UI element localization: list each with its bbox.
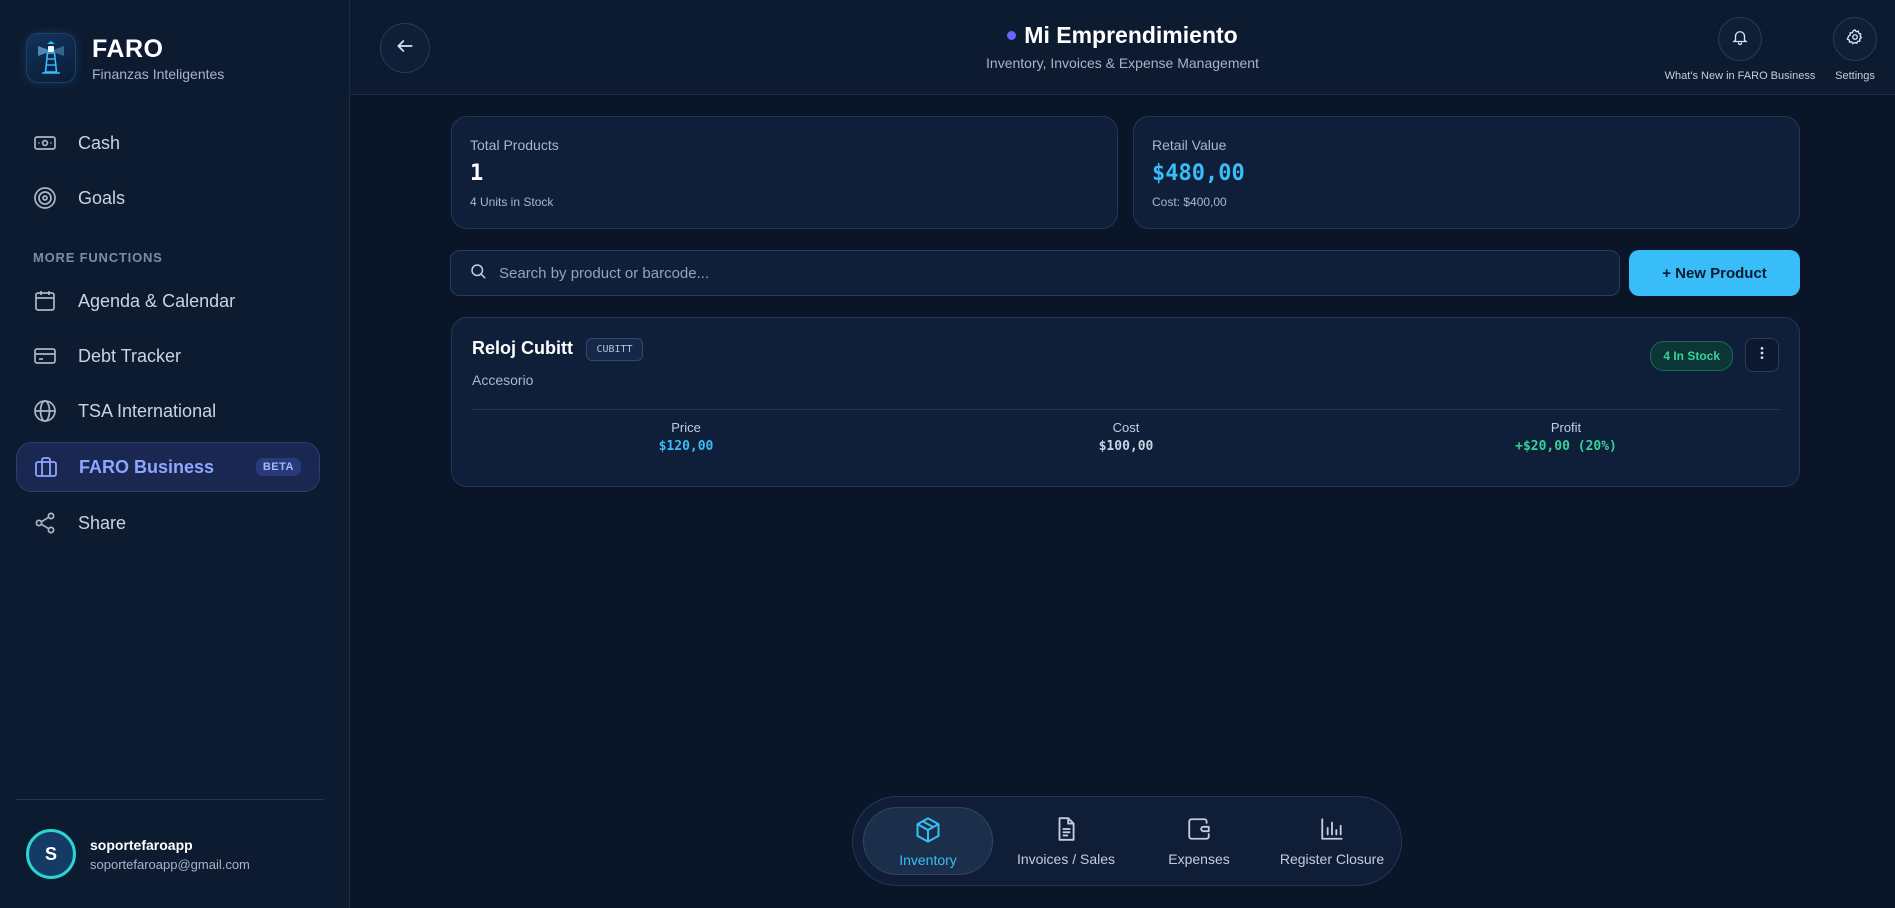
profit-value: +$20,00 (20%): [1515, 439, 1617, 454]
sidebar-item-faro-business[interactable]: FARO Business BETA: [16, 442, 320, 492]
sidebar-item-tsa-international[interactable]: TSA International: [16, 386, 320, 436]
lighthouse-logo-icon: [26, 33, 76, 83]
vertical-dots-icon: [1754, 345, 1770, 366]
sku-badge: CUBITT: [586, 338, 643, 361]
share-icon: [32, 510, 58, 536]
search-icon: [469, 262, 487, 285]
retail-cost: Cost: $400,00: [1152, 195, 1227, 209]
tab-register-closure[interactable]: Register Closure: [1267, 807, 1397, 875]
units-in-stock: 4 Units in Stock: [470, 195, 554, 209]
brand-name: FARO: [92, 34, 164, 63]
user-profile[interactable]: S soportefaroapp soportefaroapp@gmail.co…: [26, 829, 250, 879]
cost-metric: Cost $100,00: [1026, 420, 1226, 454]
main-content: Mi Emprendimiento Inventory, Invoices & …: [350, 0, 1895, 908]
more-options-button[interactable]: [1745, 338, 1779, 372]
total-products-card: Total Products 1 4 Units in Stock: [451, 116, 1118, 229]
sidebar-item-debt-tracker[interactable]: Debt Tracker: [16, 331, 320, 381]
whats-new-label: What's New in FARO Business: [1664, 70, 1816, 82]
section-label-more-functions: MORE FUNCTIONS: [33, 250, 163, 265]
user-email: soportefaroapp@gmail.com: [90, 856, 250, 872]
status-dot: [1007, 31, 1017, 40]
cost-label: Cost: [1112, 420, 1140, 435]
retail-value-amount: $480,00: [1152, 161, 1245, 186]
sidebar-item-agenda[interactable]: Agenda & Calendar: [16, 276, 320, 326]
sidebar-item-label: Goals: [78, 187, 126, 208]
search-input[interactable]: [499, 264, 1599, 282]
brand[interactable]: FARO Finanzas Inteligentes: [26, 33, 224, 83]
bottom-nav: Inventory Invoices / Sales Expenses Regi…: [852, 796, 1402, 886]
bar-chart-icon: [1267, 813, 1397, 845]
box-icon: [864, 814, 992, 846]
top-bar: Mi Emprendimiento Inventory, Invoices & …: [350, 0, 1895, 95]
sidebar-item-goals[interactable]: Goals: [16, 173, 320, 223]
new-product-button[interactable]: + New Product: [1629, 250, 1800, 296]
tab-label: Expenses: [1168, 851, 1230, 867]
credit-card-icon: [32, 343, 58, 369]
calendar-icon: [32, 288, 58, 314]
price-metric: Price $120,00: [586, 420, 786, 454]
product-name: Reloj Cubitt: [472, 338, 573, 358]
settings-button[interactable]: Settings: [1830, 17, 1880, 82]
gear-icon: [1846, 28, 1864, 51]
product-divider: [472, 409, 1779, 410]
profit-metric: Profit +$20,00 (20%): [1466, 420, 1666, 454]
avatar: S: [26, 829, 76, 879]
sidebar-item-label: Agenda & Calendar: [78, 290, 236, 311]
price-label: Price: [671, 420, 701, 435]
sidebar: FARO Finanzas Inteligentes Cash Goals MO…: [0, 0, 350, 908]
sidebar-item-label: TSA International: [78, 400, 217, 421]
sidebar-item-share[interactable]: Share: [16, 498, 320, 548]
tab-label: Inventory: [899, 852, 957, 868]
briefcase-icon: [33, 454, 59, 480]
retail-value-card: Retail Value $480,00 Cost: $400,00: [1133, 116, 1800, 229]
search-bar: [450, 250, 1620, 296]
target-icon: [32, 185, 58, 211]
page-title: Mi Emprendimiento: [1007, 22, 1238, 49]
settings-label: Settings: [1835, 70, 1875, 82]
tab-label: Invoices / Sales: [1016, 851, 1116, 867]
brand-tagline: Finanzas Inteligentes: [92, 65, 225, 82]
whats-new-button[interactable]: What's New in FARO Business: [1662, 17, 1818, 82]
cost-value: $100,00: [1098, 439, 1154, 454]
sidebar-item-label: Share: [78, 512, 127, 533]
tab-label: Register Closure: [1279, 851, 1385, 867]
bell-icon: [1731, 28, 1749, 51]
user-name: soportefaroapp: [90, 836, 193, 853]
total-products-label: Total Products: [470, 137, 559, 153]
new-product-label: + New Product: [1662, 264, 1767, 282]
tab-invoices-sales[interactable]: Invoices / Sales: [1001, 807, 1131, 875]
wallet-icon: [1139, 813, 1259, 845]
sidebar-item-label: Debt Tracker: [78, 345, 182, 366]
sidebar-item-label: Cash: [78, 132, 121, 153]
sidebar-item-cash[interactable]: Cash: [16, 118, 320, 168]
globe-icon: [32, 398, 58, 424]
tab-expenses[interactable]: Expenses: [1139, 807, 1259, 875]
tab-inventory[interactable]: Inventory: [863, 807, 993, 875]
beta-badge: BETA: [255, 458, 301, 476]
profit-label: Profit: [1550, 420, 1582, 435]
sidebar-divider: [16, 799, 324, 800]
stock-badge: 4 In Stock: [1650, 341, 1733, 371]
sidebar-item-label: FARO Business: [79, 456, 215, 477]
retail-value-label: Retail Value: [1152, 137, 1227, 153]
total-products-value: 1: [470, 161, 484, 186]
product-category: Accesorio: [472, 372, 534, 388]
price-value: $120,00: [658, 439, 714, 454]
app-root: FARO Finanzas Inteligentes Cash Goals MO…: [0, 0, 1895, 908]
document-icon: [1001, 813, 1131, 845]
page-title-text: Mi Emprendimiento: [1024, 22, 1238, 48]
product-card[interactable]: Reloj Cubitt CUBITT Accesorio 4 In Stock…: [451, 317, 1800, 487]
cash-icon: [32, 130, 58, 156]
